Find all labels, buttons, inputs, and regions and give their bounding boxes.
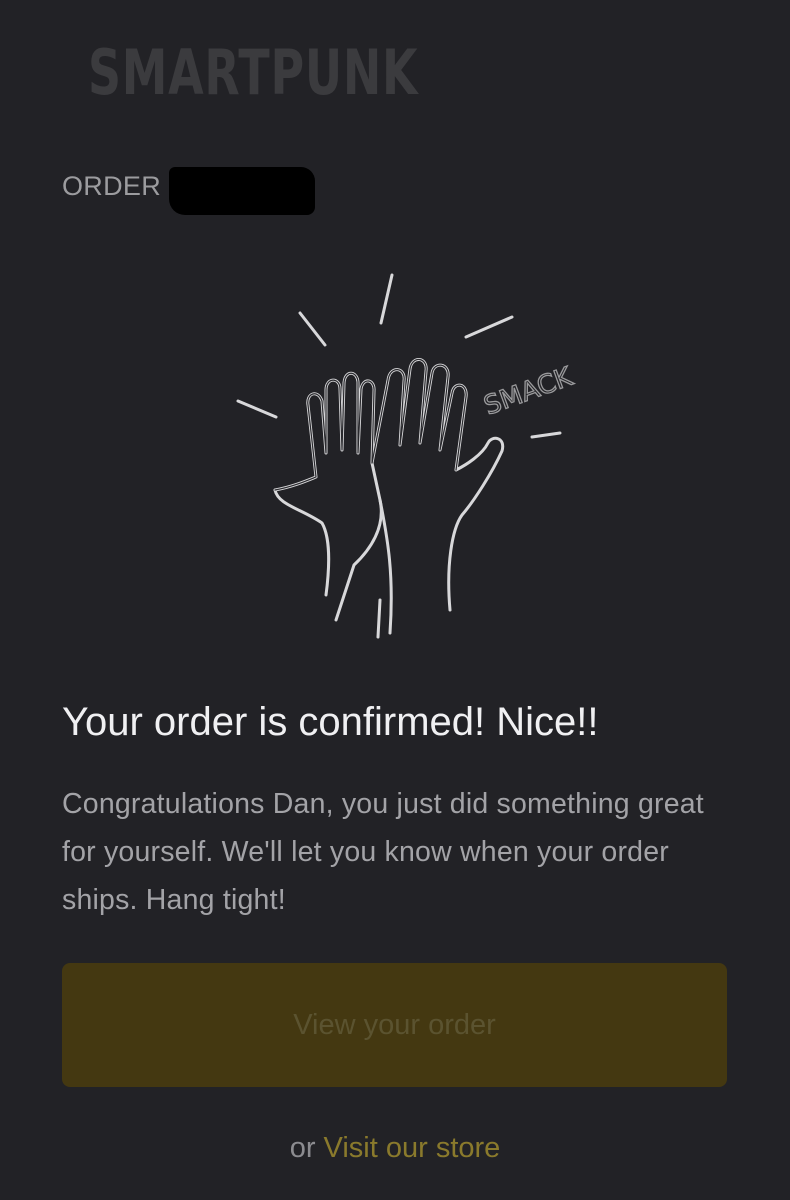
high-five-icon: SMACK [230, 265, 650, 645]
visit-store-row: or Visit our store [0, 1132, 790, 1165]
brand-logo: SMARTPUNK [88, 36, 419, 109]
visit-store-link[interactable]: Visit our store [324, 1132, 501, 1164]
order-label: ORDER [62, 170, 162, 201]
confirmation-headline: Your order is confirmed! Nice!! [62, 700, 599, 744]
view-order-button[interactable]: View your order [62, 963, 727, 1087]
redacted-order-number [169, 167, 316, 215]
order-number-row: ORDER [62, 166, 316, 215]
or-text: or [289, 1132, 316, 1164]
confirmation-message: Congratulations Dan, you just did someth… [62, 788, 704, 916]
smack-text: SMACK [480, 362, 577, 422]
